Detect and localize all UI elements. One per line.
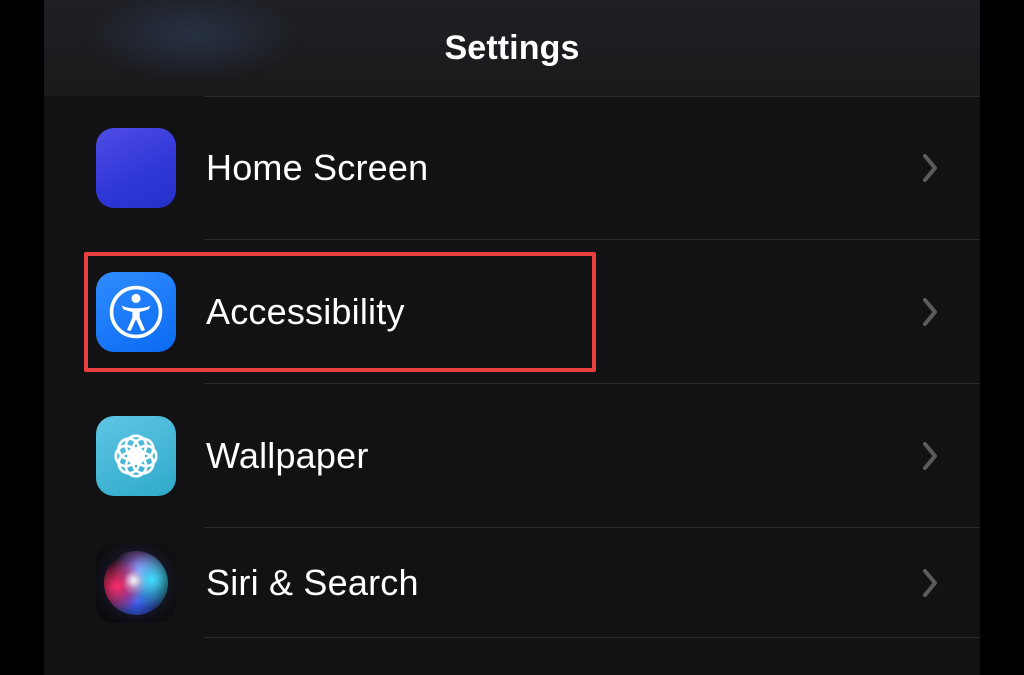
page-title: Settings: [445, 29, 580, 68]
settings-row-siri-search[interactable]: Siri & Search: [44, 528, 980, 638]
home-screen-icon: [96, 128, 176, 208]
wallpaper-icon: [96, 416, 176, 496]
settings-row-wallpaper[interactable]: Wallpaper: [44, 384, 980, 528]
row-label: Accessibility: [206, 291, 405, 333]
screen-root: Settings Home Screen: [0, 0, 1024, 675]
siri-icon: [96, 543, 176, 623]
chevron-right-icon: [922, 297, 940, 327]
chevron-right-icon: [922, 153, 940, 183]
row-label: Home Screen: [206, 147, 428, 189]
chevron-right-icon: [922, 568, 940, 598]
row-label: Siri & Search: [206, 562, 419, 604]
settings-row-home-screen[interactable]: Home Screen: [44, 96, 980, 240]
header: Settings: [44, 0, 980, 96]
accessibility-icon: [96, 272, 176, 352]
letterbox-left: [0, 0, 44, 675]
letterbox-right: [980, 0, 1024, 675]
settings-screen: Settings Home Screen: [44, 0, 980, 675]
settings-list: Home Screen Accessibility: [44, 96, 980, 638]
row-separator: [204, 96, 980, 97]
settings-row-accessibility[interactable]: Accessibility: [44, 240, 980, 384]
row-separator: [204, 637, 980, 638]
row-label: Wallpaper: [206, 435, 369, 477]
chevron-right-icon: [922, 441, 940, 471]
